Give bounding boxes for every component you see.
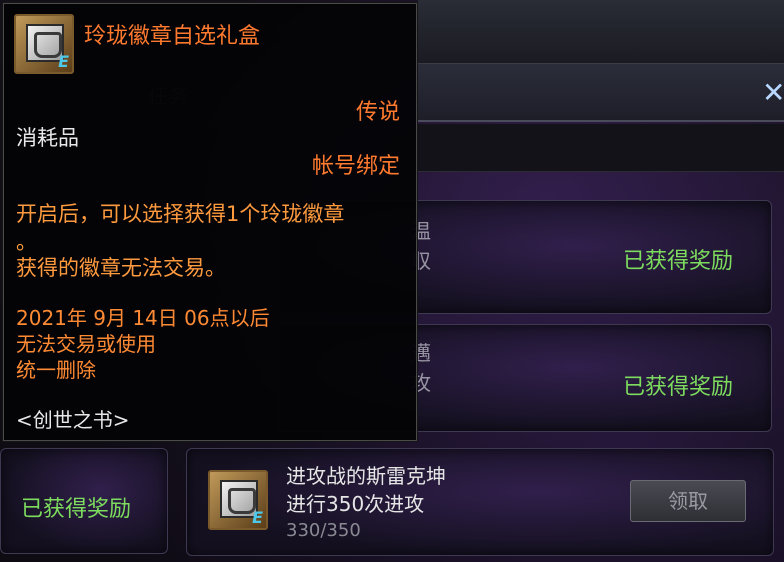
item-rarity: 传说 — [355, 100, 400, 125]
item-expiry-line: 2021年 9月 14日 06点以后 — [16, 306, 270, 330]
top-strip — [418, 0, 784, 64]
item-source: <创世之书> — [16, 408, 130, 432]
item-type: 消耗品 — [16, 126, 79, 150]
close-icon[interactable]: ✕ — [762, 78, 784, 108]
tab-strip — [418, 124, 784, 172]
item-expiry-line: 统一删除 — [16, 358, 96, 382]
item-description-line: 开启后，可以选择获得1个玲珑徽章 — [16, 202, 345, 226]
badge-e-icon: E — [58, 52, 69, 71]
panel-header: 任务 — [148, 64, 784, 122]
item-gift-box-icon[interactable]: E — [208, 470, 268, 530]
item-binding: 帐号绑定 — [311, 154, 400, 179]
claim-button[interactable]: 领取 — [630, 480, 746, 522]
task-title: 进攻战的斯雷克坤 — [286, 464, 446, 488]
reward-status: 已获得奖励 — [623, 249, 734, 274]
reward-status: 已获得奖励 — [623, 375, 734, 400]
badge-e-icon: E — [252, 508, 263, 527]
item-name: 玲珑徽章自选礼盒 — [84, 24, 261, 49]
task-card-3: 已获得奖励 — [0, 448, 168, 554]
item-expiry-line: 无法交易或使用 — [16, 332, 156, 356]
reward-status: 已获得奖励 — [21, 497, 132, 522]
task-progress: 330/350 — [286, 520, 361, 541]
item-description-line: 获得的徽章无法交易。 — [16, 256, 226, 280]
task-description: 进行350次进攻 — [286, 492, 425, 516]
item-tooltip: E 玲珑徽章自选礼盒 传说 消耗品 帐号绑定 开启后，可以选择获得1个玲珑徽章 … — [3, 3, 417, 441]
tooltip-item-icon: E — [14, 14, 74, 74]
